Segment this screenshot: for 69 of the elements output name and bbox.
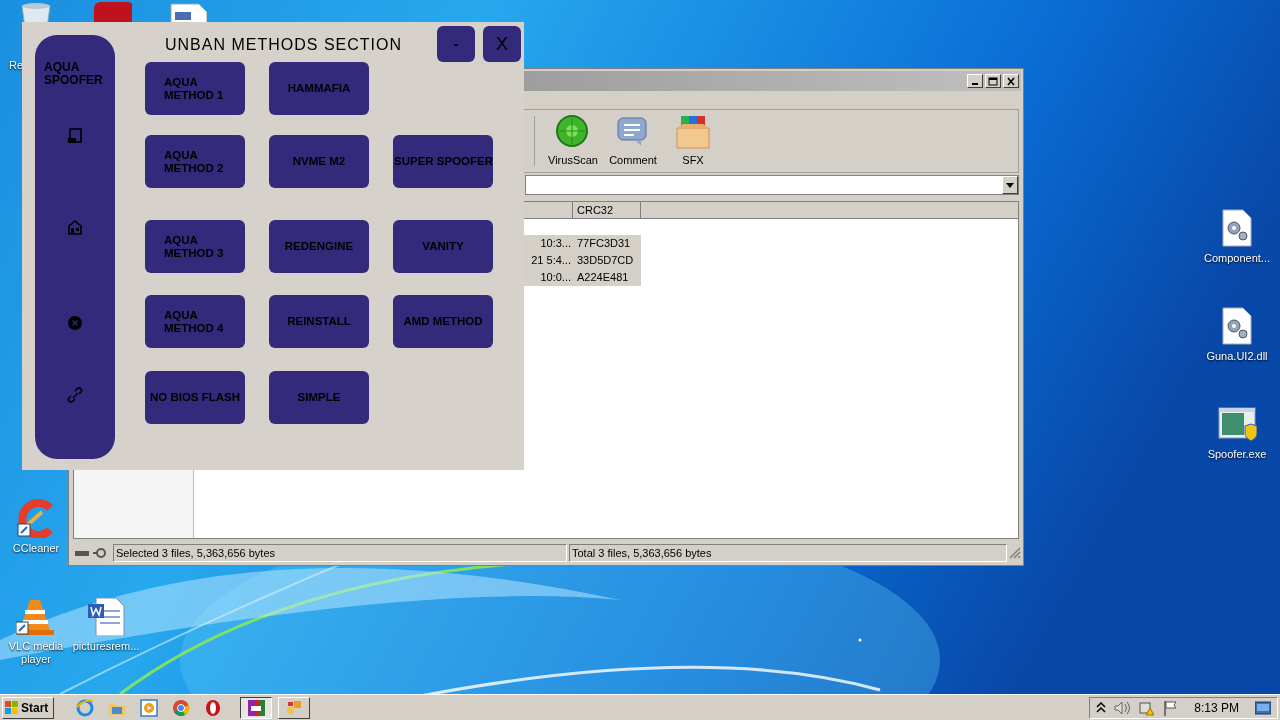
icon-label[interactable]: picturesrem... — [70, 640, 142, 653]
icon-label[interactable]: CCleaner — [0, 542, 72, 555]
table-cell-text: A224E481 — [576, 270, 629, 286]
document-icon[interactable] — [86, 596, 126, 636]
network-warning-icon[interactable] — [1138, 699, 1155, 716]
status-text: Selected 3 files, 5,363,656 bytes — [113, 544, 567, 562]
start-button[interactable]: Start — [2, 696, 54, 719]
windows-logo-icon — [5, 700, 19, 715]
round-browser-icon — [172, 698, 190, 717]
method-button[interactable]: NO BIOS FLASH — [145, 371, 245, 424]
window-title: UNBAN METHODS SECTION — [165, 35, 402, 55]
method-button[interactable]: AQUA METHOD 4 — [145, 295, 245, 348]
program-window-icon[interactable] — [1217, 404, 1257, 444]
browser-e-icon — [76, 698, 94, 717]
maximize-icon — [988, 76, 998, 86]
toolbar-button[interactable]: Comment — [607, 113, 659, 169]
file-row[interactable]: 10:0... A224E481 — [524, 269, 641, 286]
app-icon[interactable] — [167, 0, 207, 22]
table-cell-text: 10:3... — [539, 236, 572, 252]
resize-grip-icon[interactable] — [1009, 547, 1021, 559]
window-tiles-icon — [285, 698, 303, 717]
toolbar-button[interactable]: VirusScan — [547, 113, 599, 169]
minimize-icon — [972, 83, 978, 85]
minimize-button[interactable] — [967, 74, 983, 88]
method-button[interactable]: REDENGINE — [269, 220, 369, 273]
caret-icon — [1006, 182, 1014, 188]
chevron-up-icon[interactable] — [1096, 701, 1107, 714]
method-button[interactable]: SUPER SPOOFER — [393, 135, 493, 188]
icon-label[interactable]: Spoofer.exe — [1196, 448, 1278, 461]
media-player-icon — [140, 698, 158, 717]
icon-label[interactable]: VLC media player — [0, 640, 72, 666]
file-row[interactable]: 10:3... 77FC3D31 — [524, 235, 641, 252]
letter-o-icon — [204, 698, 222, 717]
table-cell-text: 77FC3D31 — [576, 236, 631, 252]
method-button[interactable]: NVME M2 — [269, 135, 369, 188]
maximize-button[interactable] — [985, 74, 1001, 88]
method-button[interactable]: AQUA METHOD 2 — [145, 135, 245, 188]
box-of-books-icon — [675, 113, 711, 150]
speaker-icon[interactable] — [1114, 699, 1131, 716]
icon-label[interactable]: Guna.UI2.dll — [1196, 350, 1278, 363]
method-button[interactable]: AQUA METHOD 3 — [145, 220, 245, 273]
table-cell-text: 21 5:4... — [530, 253, 572, 269]
minimize-button[interactable]: - — [437, 26, 475, 62]
status-text: Total 3 files, 5,363,656 bytes — [569, 544, 1007, 562]
brush-icon[interactable] — [16, 498, 56, 538]
method-button[interactable]: REINSTALL — [269, 295, 369, 348]
close-button[interactable]: X — [483, 26, 521, 62]
books-icon — [247, 698, 265, 717]
toolbar-button[interactable]: SFX — [667, 113, 719, 169]
method-button[interactable]: VANITY — [393, 220, 493, 273]
clock[interactable]: 8:13 PM — [1186, 698, 1247, 717]
table-cell-text: 33D5D7CD — [576, 253, 634, 269]
method-button[interactable]: HAMMAFIA — [269, 62, 369, 115]
method-button[interactable]: AQUA METHOD 1 — [145, 62, 245, 115]
file-row[interactable]: 21 5:4... 33D5D7CD — [524, 252, 641, 269]
icon-label[interactable]: Component... — [1196, 252, 1278, 265]
brand-label: AQUA SPOOFER — [44, 61, 104, 87]
close-button[interactable] — [1003, 74, 1019, 88]
icon-label[interactable]: Re — [9, 59, 24, 72]
column-header[interactable]: CRC32 — [573, 202, 641, 218]
flag-icon[interactable] — [1162, 699, 1179, 716]
path-combo-field[interactable] — [525, 175, 1019, 195]
table-cell-text: 10:0... — [539, 270, 572, 286]
dropdown-button[interactable] — [1002, 176, 1018, 194]
show-desktop-icon[interactable] — [1255, 700, 1271, 715]
taskbar-button[interactable] — [240, 696, 272, 719]
method-button[interactable]: SIMPLE — [269, 371, 369, 424]
method-button[interactable]: AMD METHOD — [393, 295, 493, 348]
close-icon — [1006, 76, 1016, 86]
